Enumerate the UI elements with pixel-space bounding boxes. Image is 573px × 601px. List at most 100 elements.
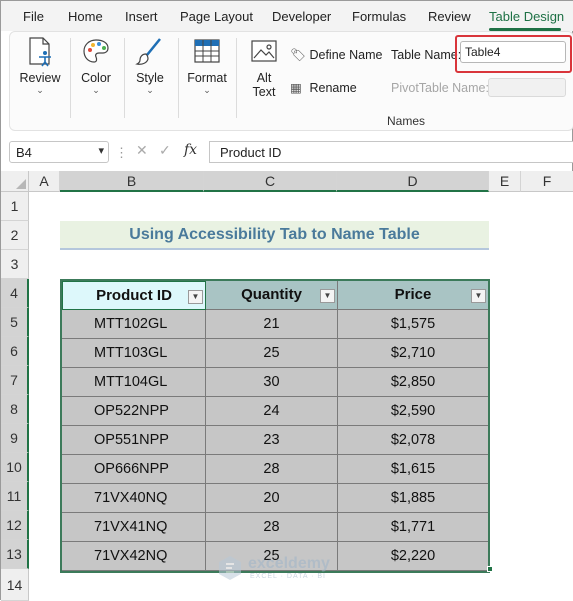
- rename-button[interactable]: ▦ Rename: [290, 80, 357, 95]
- column-header-e[interactable]: E: [489, 171, 521, 192]
- cell-product-id[interactable]: MTT103GL: [62, 339, 206, 368]
- cell-product-id[interactable]: MTT102GL: [62, 310, 206, 339]
- tab-insert[interactable]: Insert: [125, 9, 158, 24]
- cell-product-id[interactable]: OP522NPP: [62, 397, 206, 426]
- header-cell-quantity[interactable]: Quantity ▼: [206, 281, 338, 310]
- tab-file[interactable]: File: [23, 9, 44, 24]
- filter-dropdown-icon[interactable]: ▼: [471, 289, 486, 303]
- table-resize-handle[interactable]: [487, 566, 493, 572]
- cell-quantity[interactable]: 24: [206, 397, 338, 426]
- table-format-icon: [194, 39, 220, 63]
- row-header-6[interactable]: 6: [1, 337, 29, 366]
- cell-quantity[interactable]: 25: [206, 339, 338, 368]
- sheet-title[interactable]: Using Accessibility Tab to Name Table: [60, 221, 489, 250]
- cell-product-id[interactable]: OP551NPP: [62, 426, 206, 455]
- row-header-8[interactable]: 8: [1, 395, 29, 424]
- ribbon-separator: [178, 38, 179, 118]
- cell-price[interactable]: $1,885: [338, 484, 488, 513]
- cell-price[interactable]: $2,078: [338, 426, 488, 455]
- exceldemy-watermark: exceldemy EXCEL · DATA · BI: [216, 554, 366, 584]
- define-name-label: Define Name: [309, 48, 383, 62]
- row-header-11[interactable]: 11: [1, 482, 29, 511]
- rename-icon: ▦: [290, 81, 302, 95]
- filter-dropdown-icon[interactable]: ▼: [188, 290, 203, 304]
- ribbon: Review ⌄ Color ⌄ Style ⌄ Format ⌄ Alt Te…: [9, 31, 573, 131]
- row-header-10[interactable]: 10: [1, 453, 29, 482]
- review-chevron-icon: ⌄: [36, 85, 44, 95]
- filter-dropdown-icon[interactable]: ▼: [320, 289, 335, 303]
- header-cell-price[interactable]: Price ▼: [338, 281, 488, 310]
- row-header-9[interactable]: 9: [1, 424, 29, 453]
- row-header-7[interactable]: 7: [1, 366, 29, 395]
- row-header-13[interactable]: 13: [1, 540, 29, 569]
- cell-product-id[interactable]: 71VX41NQ: [62, 513, 206, 542]
- cell-quantity[interactable]: 23: [206, 426, 338, 455]
- row-header-3[interactable]: 3: [1, 250, 29, 279]
- worksheet-grid: A B C D E F 1 2 3 4 5 6 7 8 9 10 11 12 1…: [1, 171, 573, 601]
- table-row: MTT104GL 30 $2,850: [62, 368, 488, 397]
- table-row: OP551NPP 23 $2,078: [62, 426, 488, 455]
- column-header-a[interactable]: A: [29, 171, 60, 192]
- tab-table-design[interactable]: Table Design: [489, 9, 564, 24]
- cell-quantity[interactable]: 28: [206, 455, 338, 484]
- define-name-button[interactable]: 🏷 Define Name: [290, 48, 382, 63]
- alt-text-icon: [251, 40, 277, 62]
- ribbon-separator: [70, 38, 71, 118]
- insert-function-icon[interactable]: fx: [184, 142, 197, 158]
- tab-formulas[interactable]: Formulas: [352, 9, 406, 24]
- pivottable-name-label: PivotTable Name:: [391, 81, 489, 95]
- alt-text-label-line1: Alt: [256, 71, 272, 85]
- cell-product-id[interactable]: OP666NPP: [62, 455, 206, 484]
- cell-product-id[interactable]: 71VX40NQ: [62, 484, 206, 513]
- formula-input[interactable]: Product ID: [209, 141, 573, 163]
- tab-review[interactable]: Review: [428, 9, 471, 24]
- table-row: OP522NPP 24 $2,590: [62, 397, 488, 426]
- header-cell-product-id[interactable]: Product ID ▼: [62, 281, 206, 310]
- column-header-d[interactable]: D: [337, 171, 489, 192]
- alt-text-label-line2: Text: [252, 85, 276, 99]
- cell-product-id[interactable]: MTT104GL: [62, 368, 206, 397]
- cell-product-id[interactable]: 71VX42NQ: [62, 542, 206, 571]
- table-row: MTT103GL 25 $2,710: [62, 339, 488, 368]
- tag-icon: 🏷: [290, 48, 306, 62]
- cell-quantity[interactable]: 30: [206, 368, 338, 397]
- confirm-icon[interactable]: ✓: [159, 142, 171, 159]
- highlight-box: [455, 35, 572, 73]
- cell-quantity[interactable]: 28: [206, 513, 338, 542]
- cancel-icon[interactable]: ✕: [136, 142, 148, 159]
- row-header-2[interactable]: 2: [1, 221, 29, 250]
- name-box[interactable]: B4 ▾: [9, 141, 109, 163]
- row-header-14[interactable]: 14: [1, 569, 29, 601]
- cell-price[interactable]: $2,710: [338, 339, 488, 368]
- row-header-12[interactable]: 12: [1, 511, 29, 540]
- column-header-b[interactable]: B: [60, 171, 204, 192]
- table-row: 71VX41NQ 28 $1,771: [62, 513, 488, 542]
- tab-developer[interactable]: Developer: [272, 9, 331, 24]
- review-button[interactable]: Review ⌄: [18, 36, 62, 95]
- cell-quantity[interactable]: 21: [206, 310, 338, 339]
- cell-price[interactable]: $2,590: [338, 397, 488, 426]
- alt-text-button[interactable]: Alt Text: [244, 36, 284, 99]
- row-header-5[interactable]: 5: [1, 308, 29, 337]
- excel-window: File Home Insert Page Layout Developer F…: [0, 0, 573, 601]
- cell-price[interactable]: $1,771: [338, 513, 488, 542]
- row-header-4[interactable]: 4: [1, 279, 29, 308]
- cell-price[interactable]: $2,850: [338, 368, 488, 397]
- style-button[interactable]: Style ⌄: [130, 36, 170, 95]
- name-box-dropdown-icon[interactable]: ▾: [98, 144, 104, 157]
- column-header-f[interactable]: F: [521, 171, 573, 192]
- cell-price[interactable]: $1,615: [338, 455, 488, 484]
- select-all-button[interactable]: [1, 171, 29, 192]
- color-button[interactable]: Color ⌄: [76, 36, 116, 95]
- watermark-title: exceldemy: [248, 555, 330, 572]
- cell-quantity[interactable]: 20: [206, 484, 338, 513]
- tab-page-layout[interactable]: Page Layout: [180, 9, 253, 24]
- brush-icon: [135, 38, 161, 65]
- tab-home[interactable]: Home: [68, 9, 103, 24]
- header-label: Quantity: [241, 286, 302, 303]
- exceldemy-logo-icon: [219, 556, 241, 580]
- column-header-c[interactable]: C: [204, 171, 337, 192]
- format-button[interactable]: Format ⌄: [184, 36, 230, 95]
- row-header-1[interactable]: 1: [1, 192, 29, 221]
- cell-price[interactable]: $1,575: [338, 310, 488, 339]
